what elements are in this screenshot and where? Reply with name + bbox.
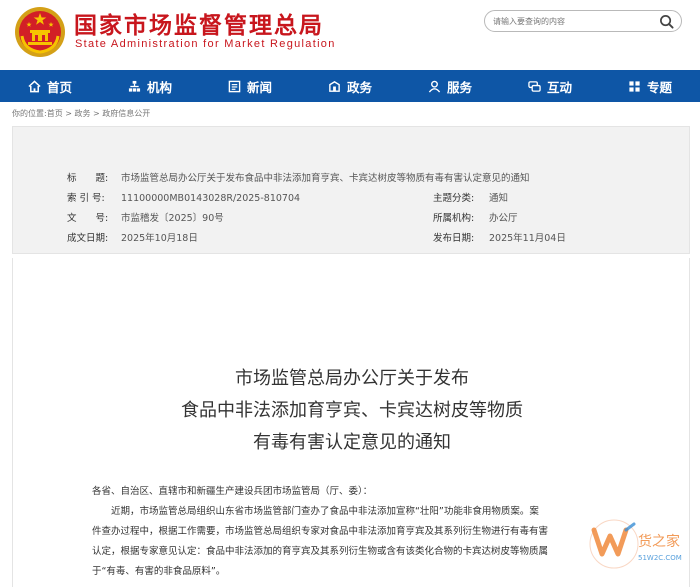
nav-org[interactable]: 机构 xyxy=(100,70,200,102)
info-label: 文 号: xyxy=(67,213,109,224)
nav-home[interactable]: 首页 xyxy=(0,70,100,102)
nav-label: 新闻 xyxy=(246,79,272,95)
document-info-panel: 标 题: 市场监管总局办公厅关于发布食品中非法添加育亨宾、卡宾达树皮等物质有毒有害… xyxy=(12,126,690,254)
info-label: 标 题: xyxy=(67,173,109,184)
search-icon[interactable] xyxy=(659,14,674,29)
main-nav: 首页 机构 新闻 政务 服务 互动 专题 xyxy=(0,70,700,102)
article-paragraph-line: 于“有毒、有害的非食品原料”。 xyxy=(92,566,226,577)
topic-icon xyxy=(629,80,640,92)
nav-topic[interactable]: 专题 xyxy=(600,70,700,102)
service-icon xyxy=(428,80,441,93)
info-index-value: 11100000MB0143028R/2025-810704 xyxy=(121,193,301,204)
info-title-value: 市场监管总局办公厅关于发布食品中非法添加育亨宾、卡宾达树皮等物质有毒有害认定意见… xyxy=(121,173,530,184)
info-label: 主题分类: xyxy=(433,193,475,204)
nav-label: 服务 xyxy=(446,79,472,95)
nav-label: 机构 xyxy=(146,79,172,95)
watermark-url: 51W2C.COM xyxy=(638,554,682,562)
info-date-row: 成文日期: 2025年10月18日 xyxy=(67,230,198,244)
breadcrumb: 你的位置:首页 > 政务 > 政府信息公开 xyxy=(12,108,150,119)
breadcrumb-gov-info[interactable]: 政府信息公开 xyxy=(102,109,150,118)
breadcrumb-affairs[interactable]: 政务 xyxy=(75,109,91,118)
info-pubdate-value: 2025年11月04日 xyxy=(489,233,566,244)
search-box xyxy=(484,10,682,32)
site-title[interactable]: 国家市场监督管理总局 xyxy=(74,6,324,40)
breadcrumb-sep: > xyxy=(62,109,75,118)
watermark-logo: 货之家 51W2C.COM xyxy=(589,519,682,569)
info-docno-row: 文 号: 市监稽发〔2025〕90号 xyxy=(67,210,224,224)
info-org-value: 办公厅 xyxy=(489,213,518,224)
info-label: 成文日期: xyxy=(67,233,109,244)
article-title-line: 市场监管总局办公厅关于发布 xyxy=(235,368,469,389)
chat-icon xyxy=(528,80,541,92)
breadcrumb-prefix: 你的位置: xyxy=(12,109,47,118)
nav-news[interactable]: 新闻 xyxy=(200,70,300,102)
watermark-brand: 货之家 xyxy=(638,533,680,550)
article-paragraph-line: 认定，根据专家意见认定：食品中非法添加的育亨宾及其系列衍生物或含有该类化合物的卡… xyxy=(92,546,549,557)
info-index-row: 索 引 号: 11100000MB0143028R/2025-810704 xyxy=(67,190,300,204)
news-icon xyxy=(228,80,241,92)
nav-label: 互动 xyxy=(546,79,572,95)
info-label: 索 引 号: xyxy=(67,193,105,204)
info-category-row: 主题分类: 通知 xyxy=(433,190,508,204)
info-title-row: 标 题: 市场监管总局办公厅关于发布食品中非法添加育亨宾、卡宾达树皮等物质有毒有害… xyxy=(67,170,530,184)
site-header: 国家市场监督管理总局 State Administration for Mark… xyxy=(0,0,700,70)
info-category-value: 通知 xyxy=(489,193,509,204)
nav-interaction[interactable]: 互动 xyxy=(500,70,600,102)
article-salutation: 各省、自治区、直辖市和新疆生产建设兵团市场监管局（厅、委）： xyxy=(92,486,373,497)
org-icon xyxy=(128,80,141,92)
info-pubdate-row: 发布日期: 2025年11月04日 xyxy=(433,230,566,244)
national-emblem-icon[interactable] xyxy=(14,6,66,58)
nav-label: 专题 xyxy=(646,79,672,95)
info-label: 所属机构: xyxy=(433,213,475,224)
affairs-icon xyxy=(329,80,340,92)
site-subtitle: State Administration for Market Regulati… xyxy=(75,38,336,50)
info-label: 发布日期: xyxy=(433,233,475,244)
search-input[interactable] xyxy=(493,14,653,29)
nav-label: 首页 xyxy=(46,79,72,95)
nav-affairs[interactable]: 政务 xyxy=(300,70,400,102)
breadcrumb-sep: > xyxy=(90,109,103,118)
article-paragraph-line: 近期，市场监管总局组织山东省市场监管部门查办了食品中非法添加宣称“壮阳”功能非食… xyxy=(92,506,539,517)
breadcrumb-home[interactable]: 首页 xyxy=(47,109,63,118)
info-date-value: 2025年10月18日 xyxy=(121,233,198,244)
nav-service[interactable]: 服务 xyxy=(400,70,500,102)
nav-label: 政务 xyxy=(346,79,372,95)
info-docno-value: 市监稽发〔2025〕90号 xyxy=(121,213,224,224)
article-title-line: 食品中非法添加育亨宾、卡宾达树皮等物质 xyxy=(181,400,523,421)
home-icon xyxy=(28,79,41,92)
info-org-row: 所属机构: 办公厅 xyxy=(433,210,518,224)
article-paragraph-line: 件查办过程中，根据工作需要，市场监管总局组织专家对食品中非法添加育亨宾及其系列衍… xyxy=(92,526,549,537)
article-title-line: 有毒有害认定意见的通知 xyxy=(253,432,451,453)
